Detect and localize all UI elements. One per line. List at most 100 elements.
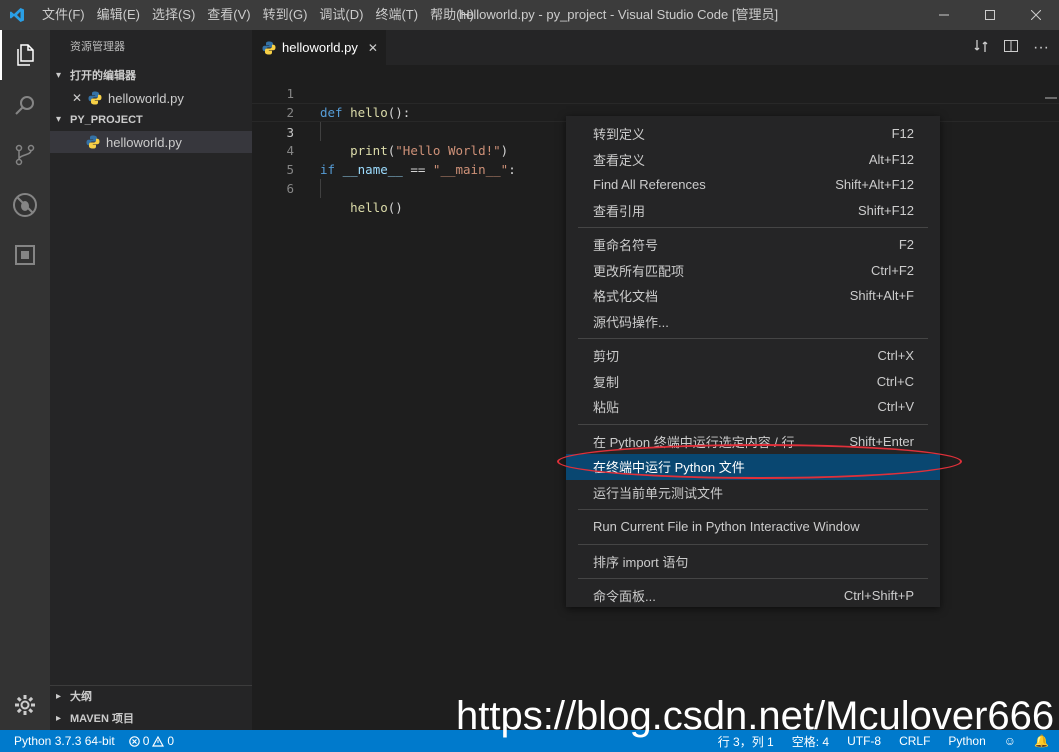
menu-item-go-to-definition[interactable]: 转到定义 F12 [566,121,940,147]
menu-separator [578,509,928,510]
menu-item-shortcut: Ctrl+C [876,373,914,389]
menu-item-command-palette[interactable]: 命令面板... Ctrl+Shift+P [566,583,940,609]
menu-item-shortcut: F2 [898,237,914,253]
vscode-logo-icon[interactable] [0,0,34,30]
tab-close-icon[interactable]: ✕ [368,41,378,55]
python-file-icon [88,91,102,105]
menu-file[interactable]: 文件(F) [34,0,89,30]
python-file-icon [262,41,276,54]
menu-item-peek-references[interactable]: 查看引用 Shift+F12 [566,198,940,224]
menu-item-find-all-references[interactable]: Find All References Shift+Alt+F12 [566,172,940,198]
code-line-1: 1 def hello(): [252,65,1059,120]
outline-label: 大纲 [70,691,92,703]
maven-header[interactable]: ▸ MAVEN 项目 [50,708,252,730]
menu-item-sort-imports[interactable]: 排序 import 语句 [566,549,940,575]
menu-item-format-document[interactable]: 格式化文档 Shift+Alt+F [566,283,940,309]
maximize-icon[interactable] [967,0,1013,30]
gear-icon[interactable] [0,680,50,730]
close-icon[interactable]: ✕ [70,91,84,105]
menu-item-label: 重命名符号 [593,238,659,254]
menu-item-change-all-occurrences[interactable]: 更改所有匹配项 Ctrl+F2 [566,258,940,284]
editor-tab-bar: helloworld.py ✕ ··· [252,30,1059,65]
activity-bar [0,30,50,730]
menu-item-peek-definition[interactable]: 查看定义 Alt+F12 [566,147,940,173]
menu-separator [578,338,928,339]
project-filename: helloworld.py [106,134,182,150]
menu-item-label: 排序 import 语句 [593,554,689,570]
warning-icon [152,735,165,747]
open-editor-item[interactable]: ✕ helloworld.py [50,87,252,109]
menu-item-label: 转到定义 [593,127,646,143]
menu-item-paste[interactable]: 粘贴 Ctrl+V [566,394,940,420]
python-interpreter[interactable]: Python 3.7.3 64-bit [14,734,115,748]
open-changes-icon[interactable] [973,38,989,57]
menu-item-shortcut: Shift+Alt+F12 [835,177,914,193]
menu-selection[interactable]: 选择(S) [144,0,199,30]
chevron-down-icon: ▾ [56,114,62,125]
sidebar-title: 资源管理器 [70,41,125,53]
source-control-icon[interactable] [0,130,50,180]
menu-item-source-action[interactable]: 源代码操作... [566,309,940,335]
editor-context-menu: 转到定义 F12 查看定义 Alt+F12 Find All References S… [566,116,940,607]
menu-item-run-in-interactive-window[interactable]: Run Current File in Python Interactive W… [566,514,940,540]
menu-item-rename-symbol[interactable]: 重命名符号 F2 [566,232,940,258]
menu-item-label: 在 Python 终端中运行选定内容 / 行 [593,434,795,450]
menu-separator [578,578,928,579]
sidebar-bottom-panels: ▸ 大纲 ▸ MAVEN 项目 [50,685,252,730]
chevron-right-icon: ▸ [56,713,62,724]
menu-item-label: 源代码操作... [593,314,669,330]
chevron-right-icon: ▸ [56,691,62,702]
menu-item-shortcut: F12 [891,126,914,142]
outline-header[interactable]: ▸ 大纲 [50,686,252,708]
watermark: https://blog.csdn.net/Mculover666 [456,694,1055,738]
menu-item-label: 命令面板... [593,589,656,605]
minimize-icon[interactable] [921,0,967,30]
menu-item-shortcut: Ctrl+F2 [871,262,914,278]
menu-item-label: 更改所有匹配项 [593,263,685,279]
more-actions-icon[interactable]: ··· [1033,39,1049,57]
search-icon[interactable] [0,80,50,130]
tab-label: helloworld.py [282,40,358,55]
menu-terminal[interactable]: 终端(T) [367,0,422,30]
menu-item-run-current-unit-test-file[interactable]: 运行当前单元测试文件 [566,480,940,506]
close-icon[interactable] [1013,0,1059,30]
menu-item-label: 在终端中运行 Python 文件 [593,460,745,476]
editor-tab[interactable]: helloworld.py ✕ [252,30,386,65]
editor-actions: ··· [973,30,1049,65]
python-file-icon [86,135,100,149]
window-title: helloworld.py - py_project - Visual Stud… [458,7,779,22]
error-count: 0 [142,734,150,748]
minimap-cursor [1045,97,1057,99]
menu-separator [578,543,928,545]
project-header[interactable]: ▾ PY_PROJECT [50,109,252,131]
menu-view[interactable]: 查看(V) [199,0,254,30]
extensions-icon[interactable] [0,230,50,280]
explorer-sidebar: 资源管理器 ▾ 打开的编辑器 ✕ helloworld.py ▾ PY_PROJ… [50,30,252,730]
menu-separator [578,423,928,425]
menu-item-shortcut: Ctrl+X [877,348,914,364]
indent-guide [320,179,321,198]
split-editor-icon[interactable] [1003,38,1019,57]
menu-item-cut[interactable]: 剪切 Ctrl+X [566,343,940,369]
window-controls [921,0,1059,30]
project-label: PY_PROJECT [70,114,143,126]
menu-item-copy[interactable]: 复制 Ctrl+C [566,369,940,395]
chevron-down-icon: ▾ [56,70,62,81]
problems-indicator[interactable]: 0 0 [128,734,174,748]
menu-item-label: 查看定义 [593,152,646,168]
menu-item-shortcut: Ctrl+Shift+P [843,588,914,604]
menu-edit[interactable]: 编辑(E) [89,0,144,30]
menu-item-run-selection-in-terminal[interactable]: 在 Python 终端中运行选定内容 / 行 Shift+Enter [566,429,940,455]
menu-item-shortcut: Shift+Enter [849,433,914,449]
project-file-item[interactable]: helloworld.py [50,131,252,153]
debug-icon[interactable] [0,180,50,230]
menu-item-run-python-file-in-terminal[interactable]: 在终端中运行 Python 文件 [566,454,940,480]
menu-item-shortcut: Alt+F12 [868,151,914,167]
menu-item-label: 查看引用 [593,203,646,219]
menu-debug[interactable]: 调试(D) [311,0,367,30]
open-editors-label: 打开的编辑器 [70,70,136,82]
explorer-icon[interactable] [0,30,50,80]
menu-bar: 文件(F) 编辑(E) 选择(S) 查看(V) 转到(G) 调试(D) 终端(T… [34,0,478,30]
menu-go[interactable]: 转到(G) [255,0,312,30]
open-editors-header[interactable]: ▾ 打开的编辑器 [50,65,252,87]
